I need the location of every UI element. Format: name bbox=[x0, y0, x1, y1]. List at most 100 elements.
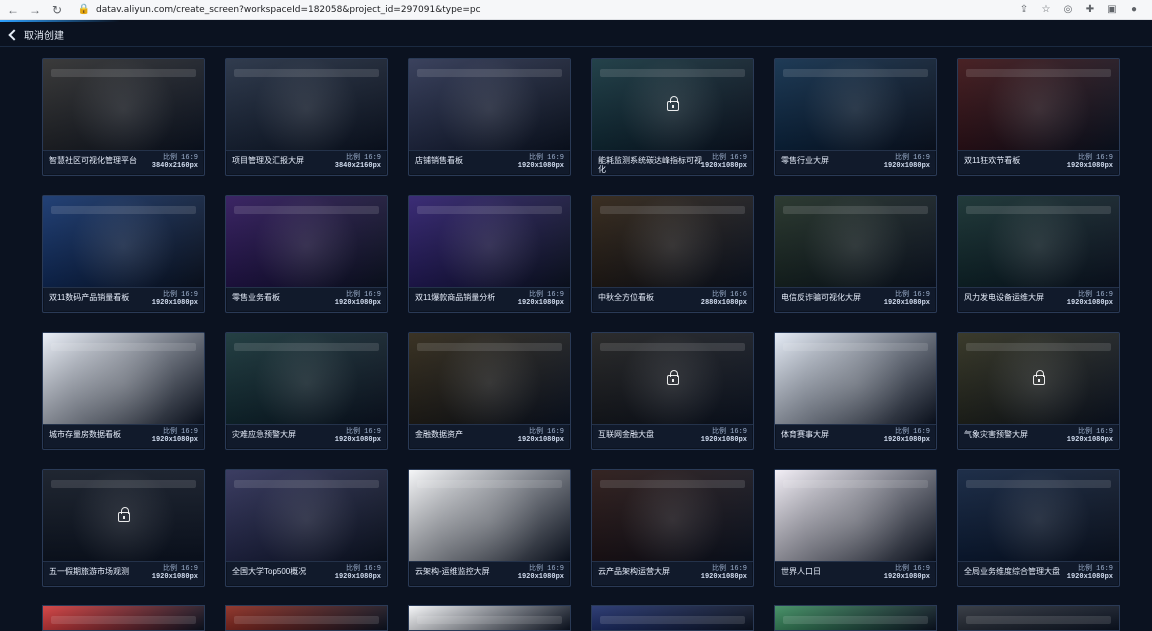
template-thumbnail[interactable] bbox=[958, 470, 1119, 562]
template-card[interactable]: 云产品架构运营大屏 比例 16:9 1920x1080px bbox=[591, 469, 754, 587]
template-thumbnail[interactable] bbox=[592, 333, 753, 425]
reload-icon[interactable]: ↻ bbox=[50, 3, 64, 17]
template-ratio: 比例 16:9 bbox=[711, 565, 747, 573]
puzzle-icon[interactable]: ✚ bbox=[1084, 4, 1096, 16]
template-title: 云产品架构运营大屏 bbox=[598, 567, 670, 576]
template-thumbnail[interactable] bbox=[409, 470, 570, 562]
template-card[interactable]: 五一假期旅游市场观测 比例 16:9 1920x1080px bbox=[42, 469, 205, 587]
template-card-partial[interactable] bbox=[408, 605, 571, 631]
template-card-partial[interactable] bbox=[957, 605, 1120, 631]
template-thumbnail[interactable] bbox=[43, 59, 204, 151]
template-card[interactable]: 双11爆款商品销量分析 比例 16:9 1920x1080px bbox=[408, 195, 571, 313]
lock-icon bbox=[666, 95, 679, 111]
template-thumbnail[interactable] bbox=[775, 196, 936, 288]
template-card-partial[interactable] bbox=[591, 605, 754, 631]
template-thumbnail-partial[interactable] bbox=[775, 606, 936, 630]
extension-icon[interactable]: ◎ bbox=[1062, 4, 1074, 16]
template-ratio: 比例 16:9 bbox=[345, 428, 381, 436]
template-card[interactable]: 零售行业大屏 比例 16:9 1920x1080px bbox=[774, 58, 937, 176]
template-size: 1920x1080px bbox=[883, 436, 930, 444]
template-size: 3840x2160px bbox=[334, 162, 381, 170]
template-thumbnail[interactable] bbox=[226, 59, 387, 151]
template-card[interactable]: 零售业务看板 比例 16:9 1920x1080px bbox=[225, 195, 388, 313]
template-thumbnail[interactable] bbox=[226, 333, 387, 425]
template-ratio: 比例 16:9 bbox=[1077, 291, 1113, 299]
template-card-partial[interactable] bbox=[225, 605, 388, 631]
template-thumbnail-partial[interactable] bbox=[409, 606, 570, 630]
back-arrow-icon[interactable]: ← bbox=[6, 3, 20, 17]
template-size: 1920x1080px bbox=[700, 573, 747, 581]
template-thumbnail[interactable] bbox=[409, 59, 570, 151]
lock-icon: 🔒 bbox=[77, 4, 91, 15]
template-thumbnail-partial[interactable] bbox=[958, 606, 1119, 630]
template-meta: 比例 16:9 1920x1080px bbox=[518, 428, 564, 444]
template-thumbnail[interactable] bbox=[592, 470, 753, 562]
template-title: 双11狂欢节看板 bbox=[964, 156, 1021, 165]
template-card[interactable]: 中秋全方位看板 比例 16:6 2880x1080px bbox=[591, 195, 754, 313]
template-thumbnail[interactable] bbox=[43, 196, 204, 288]
template-card[interactable]: 项目管理及汇报大屏 比例 16:9 3840x2160px bbox=[225, 58, 388, 176]
template-card[interactable]: 金融数据资产 比例 16:9 1920x1080px bbox=[408, 332, 571, 450]
template-ratio: 比例 16:9 bbox=[894, 154, 930, 162]
template-card[interactable]: 云架构-运维监控大屏 比例 16:9 1920x1080px bbox=[408, 469, 571, 587]
template-card[interactable]: 世界人口日 比例 16:9 1920x1080px bbox=[774, 469, 937, 587]
template-title: 零售行业大屏 bbox=[781, 156, 829, 165]
template-thumbnail[interactable] bbox=[409, 196, 570, 288]
template-meta: 比例 16:9 1920x1080px bbox=[518, 154, 564, 170]
template-card[interactable]: 双11数码产品销量看板 比例 16:9 1920x1080px bbox=[42, 195, 205, 313]
template-card[interactable]: 互联网金融大盘 比例 16:9 1920x1080px bbox=[591, 332, 754, 450]
template-card[interactable]: 电信反诈骗可视化大屏 比例 16:9 1920x1080px bbox=[774, 195, 937, 313]
address-bar[interactable]: 🔒 datav.aliyun.com/create_screen?workspa… bbox=[72, 2, 1010, 18]
forward-arrow-icon[interactable]: → bbox=[28, 3, 42, 17]
template-title: 气象灾害预警大屏 bbox=[964, 430, 1028, 439]
template-thumbnail[interactable] bbox=[226, 196, 387, 288]
template-card[interactable]: 智慧社区可视化管理平台 比例 16:9 3840x2160px bbox=[42, 58, 205, 176]
template-thumbnail-partial[interactable] bbox=[43, 606, 204, 630]
share-icon[interactable]: ⇪ bbox=[1018, 4, 1030, 16]
template-thumbnail[interactable] bbox=[226, 470, 387, 562]
template-meta: 比例 16:9 1920x1080px bbox=[884, 565, 930, 581]
template-meta: 比例 16:9 3840x2160px bbox=[335, 154, 381, 170]
template-title: 体育赛事大屏 bbox=[781, 430, 829, 439]
template-thumbnail-partial[interactable] bbox=[592, 606, 753, 630]
template-card[interactable]: 体育赛事大屏 比例 16:9 1920x1080px bbox=[774, 332, 937, 450]
template-size: 3840x2160px bbox=[151, 162, 198, 170]
template-thumbnail[interactable] bbox=[958, 59, 1119, 151]
template-card-partial[interactable] bbox=[42, 605, 205, 631]
template-size: 1920x1080px bbox=[334, 299, 381, 307]
template-thumbnail[interactable] bbox=[43, 470, 204, 562]
template-card[interactable]: 能耗监测系统碳达峰指标可视化 比例 16:9 1920x1080px bbox=[591, 58, 754, 176]
template-thumbnail[interactable] bbox=[775, 470, 936, 562]
lock-icon bbox=[1032, 369, 1045, 385]
window-icon[interactable]: ▣ bbox=[1106, 4, 1118, 16]
template-card[interactable]: 店铺销售看板 比例 16:9 1920x1080px bbox=[408, 58, 571, 176]
template-card-partial[interactable] bbox=[774, 605, 937, 631]
template-card[interactable]: 双11狂欢节看板 比例 16:9 1920x1080px bbox=[957, 58, 1120, 176]
browser-actions: ⇪ ☆ ◎ ✚ ▣ ● bbox=[1018, 4, 1146, 16]
template-thumbnail[interactable] bbox=[775, 59, 936, 151]
star-icon[interactable]: ☆ bbox=[1040, 4, 1052, 16]
template-thumbnail-partial[interactable] bbox=[226, 606, 387, 630]
template-card[interactable]: 全国大学Top500概况 比例 16:9 1920x1080px bbox=[225, 469, 388, 587]
template-thumbnail[interactable] bbox=[958, 333, 1119, 425]
template-ratio: 比例 16:9 bbox=[345, 154, 381, 162]
template-thumbnail[interactable] bbox=[43, 333, 204, 425]
template-meta: 比例 16:9 1920x1080px bbox=[1067, 428, 1113, 444]
template-title: 世界人口日 bbox=[781, 567, 821, 576]
template-meta: 比例 16:9 1920x1080px bbox=[335, 428, 381, 444]
template-thumbnail[interactable] bbox=[958, 196, 1119, 288]
template-thumbnail[interactable] bbox=[775, 333, 936, 425]
cancel-create-button[interactable]: 取消创建 bbox=[8, 27, 64, 42]
template-card[interactable]: 城市存量房数据看板 比例 16:9 1920x1080px bbox=[42, 332, 205, 450]
template-thumbnail[interactable] bbox=[592, 196, 753, 288]
template-thumbnail[interactable] bbox=[409, 333, 570, 425]
template-thumbnail[interactable] bbox=[592, 59, 753, 151]
template-ratio: 比例 16:9 bbox=[345, 565, 381, 573]
template-card[interactable]: 气象灾害预警大屏 比例 16:9 1920x1080px bbox=[957, 332, 1120, 450]
template-title: 能耗监测系统碳达峰指标可视化 bbox=[598, 156, 702, 174]
template-card[interactable]: 全局业务维度综合管理大盘 比例 16:9 1920x1080px bbox=[957, 469, 1120, 587]
profile-icon[interactable]: ● bbox=[1128, 4, 1140, 16]
template-card[interactable]: 灾难应急预警大屏 比例 16:9 1920x1080px bbox=[225, 332, 388, 450]
template-card[interactable]: 风力发电设备运维大屏 比例 16:9 1920x1080px bbox=[957, 195, 1120, 313]
template-ratio: 比例 16:9 bbox=[345, 291, 381, 299]
